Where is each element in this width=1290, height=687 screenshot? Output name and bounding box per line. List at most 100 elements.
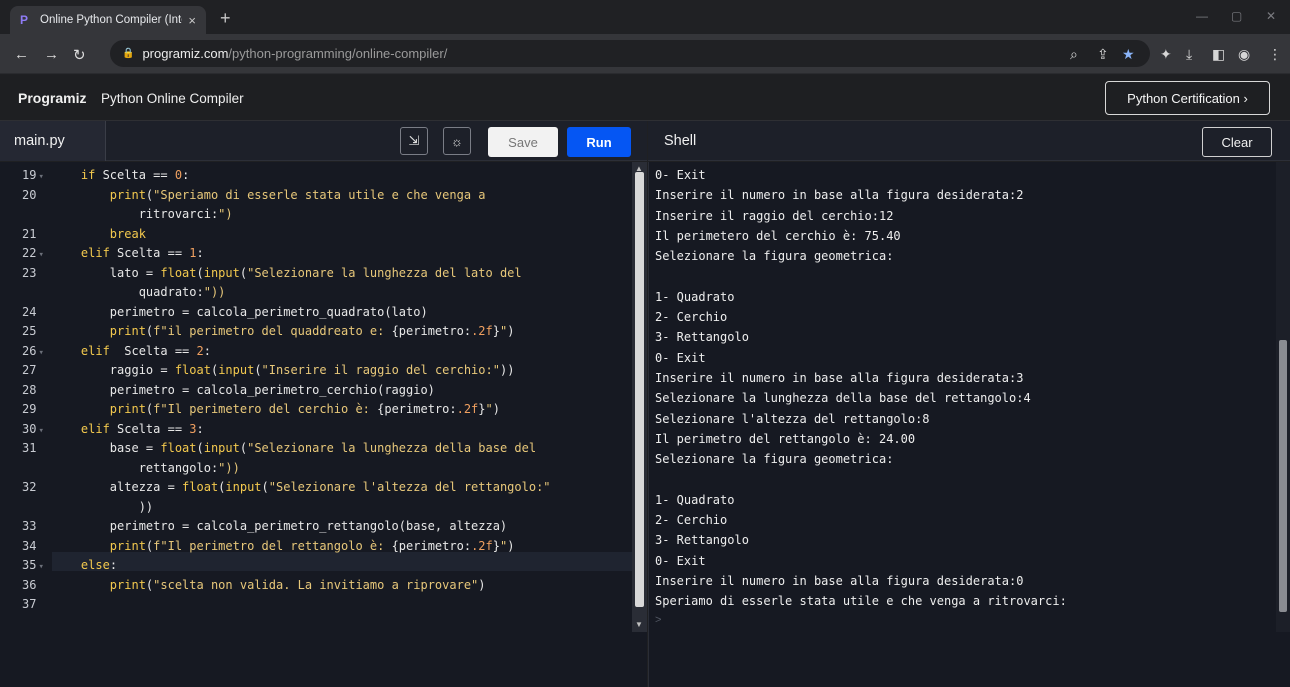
code-line[interactable]: break (52, 227, 146, 241)
editor-scrollbar[interactable]: ▲ ▼ (632, 162, 647, 632)
zoom-icon[interactable]: ⌕ (1070, 46, 1078, 63)
window-close-icon[interactable]: ✕ (1266, 9, 1276, 23)
line-number-gutter: 19 ▾ 20 21 22 ▾ 23 24 25 26 ▾ 27 28 29 30 ▾ 31 32 33 34 35 ▾ 3… (0, 162, 52, 687)
shell-line: 2- Cerchio (655, 513, 728, 528)
line-number: 22 ▾ (22, 246, 44, 260)
new-tab-icon[interactable]: + (220, 8, 231, 29)
code-line[interactable]: )) (52, 500, 153, 514)
line-number: 28 (22, 382, 37, 397)
shell-line: 1- Quadrato (655, 289, 735, 304)
shell-output[interactable]: 0- Exit Inserire il numero in base alla f… (648, 162, 1290, 687)
share-icon[interactable]: ⇪ (1097, 46, 1109, 63)
save-button[interactable]: Save (488, 127, 558, 157)
code-line[interactable]: print(f"Il perimetero del cerchio è: {pe… (52, 402, 500, 416)
code-line[interactable]: quadrato:")) (52, 285, 226, 299)
code-line[interactable]: rettangolo:")) (52, 461, 240, 475)
collapse-icon[interactable]: ⇲ (400, 127, 428, 155)
programiz-logo[interactable]: Programiz (18, 90, 86, 106)
code-line[interactable]: perimetro = calcola_perimetro_quadrato(l… (52, 305, 428, 319)
shell-scrollbar[interactable] (1276, 162, 1290, 632)
scroll-down-icon[interactable]: ▼ (635, 620, 643, 629)
shell-line: Il perimetero del cerchio è: 75.40 (655, 228, 901, 243)
shell-line: Inserire il raggio del cerchio:12 (655, 208, 894, 223)
shell-line: Inserire il numero in base alla figura d… (655, 574, 1024, 588)
shell-line: Selezionare la lunghezza della base del … (655, 391, 1031, 406)
line-number: 31 (22, 441, 37, 455)
python-certification-button[interactable]: Python Certification › (1105, 81, 1270, 115)
back-icon[interactable]: ← (14, 46, 29, 63)
shell-line: Selezionare l'altezza del rettangolo:8 (655, 411, 930, 426)
shell-line: Speriamo di esserle stata utile e che ve… (655, 594, 1067, 609)
shell-title: Shell (664, 133, 697, 149)
code-line[interactable]: base = float(input("Selezionare la lungh… (52, 441, 536, 455)
shell-line: Il perimetro del rettangolo è: 24.00 (655, 431, 916, 446)
maximize-icon[interactable]: ▢ (1231, 9, 1242, 23)
reload-icon[interactable]: ↻ (73, 46, 86, 64)
code-line[interactable]: raggio = float(input("Inserire il raggio… (52, 363, 515, 377)
shell-line: 3- Rettangolo (655, 533, 749, 548)
code-line[interactable]: lato = float(input("Selezionare la lungh… (52, 266, 522, 280)
sidepanel-icon[interactable]: ◧ (1212, 46, 1225, 63)
shell-scroll-thumb[interactable] (1279, 340, 1287, 612)
shell-line: 3- Rettangolo (655, 330, 749, 345)
code-line[interactable]: perimetro = calcola_perimetro_cerchio(ra… (52, 383, 435, 397)
code-editor[interactable]: 19 ▾ 20 21 22 ▾ 23 24 25 26 ▾ 27 28 29 30 ▾ 31 32 33 34 35 ▾ 3… (0, 162, 647, 687)
menu-kebab-icon[interactable]: ⋮ (1268, 46, 1282, 63)
code-line[interactable]: elif Scelta == 1: (52, 246, 204, 260)
line-number: 24 (22, 304, 37, 319)
browser-tab[interactable]: P Online Python Compiler (Interp × (10, 6, 206, 34)
fold-arrow-icon[interactable]: ▾ (38, 172, 43, 182)
line-number: 23 (22, 265, 37, 280)
shell-prompt[interactable]: > (655, 614, 661, 626)
code-area[interactable]: if Scelta == 0: print("Speriamo di esser… (52, 162, 632, 687)
file-tab-main[interactable]: main.py (0, 121, 106, 161)
line-number: 26 ▾ (22, 343, 44, 358)
line-number: 35 ▾ (22, 558, 44, 572)
run-button[interactable]: Run (567, 127, 631, 157)
code-line[interactable]: ritrovarci:") (52, 207, 233, 221)
line-number: 37 (22, 597, 37, 611)
code-line[interactable]: print(f"il perimetro del quaddreato e: {… (52, 324, 515, 338)
clear-button[interactable]: Clear (1202, 127, 1272, 157)
tab-title: Online Python Compiler (Interp (40, 14, 183, 26)
code-line[interactable]: print("scelta non valida. La invitiamo a… (52, 578, 486, 592)
line-number: 27 (22, 363, 37, 377)
bookmark-star-icon[interactable]: ★ (1122, 46, 1135, 63)
code-line[interactable]: altezza = float(input("Selezionare l'alt… (52, 480, 551, 494)
code-line[interactable]: perimetro = calcola_perimetro_rettangolo… (52, 519, 507, 533)
url-host: programiz.com (142, 46, 229, 61)
shell-line: Selezionare la figura geometrica: (655, 452, 894, 467)
close-tab-icon[interactable]: × (188, 13, 196, 28)
code-line[interactable]: else: (52, 558, 117, 572)
url-path: /python-programming/online-compiler/ (228, 46, 448, 61)
shell-line: Selezionare la figura geometrica: (655, 249, 894, 264)
minimize-icon[interactable]: — (1196, 9, 1208, 23)
fold-arrow-icon[interactable]: ▾ (38, 562, 43, 572)
line-number: 30 ▾ (22, 421, 44, 436)
shell-line: 0- Exit (655, 168, 706, 182)
fold-arrow-icon[interactable]: ▾ (38, 348, 43, 358)
fold-arrow-icon[interactable]: ▾ (38, 250, 43, 260)
profile-avatar-icon[interactable]: ◉ (1238, 46, 1250, 63)
code-line[interactable]: elif Scelta == 3: (52, 422, 204, 436)
code-line[interactable]: elif Scelta == 2: (52, 344, 211, 358)
browser-tabbar: P Online Python Compiler (Interp × + — ▢… (0, 0, 1290, 34)
editor-scroll-thumb[interactable] (635, 172, 644, 607)
editor-header: main.py ⇲ ☼ Save Run (0, 121, 647, 161)
shell-line: 2- Cerchio (655, 310, 728, 325)
programiz-favicon-icon: P (20, 13, 29, 27)
fold-arrow-icon[interactable]: ▾ (38, 426, 43, 436)
line-number: 36 (22, 577, 37, 592)
code-line[interactable]: if Scelta == 0: (52, 168, 189, 182)
shell-line: Inserire il numero in base alla figura d… (655, 371, 1024, 385)
extensions-icon[interactable]: ✦ (1160, 46, 1172, 63)
download-icon[interactable]: ⤓ (1186, 46, 1192, 63)
line-number: 21 (22, 226, 37, 241)
code-line[interactable]: print("Speriamo di esserle stata utile e… (52, 188, 486, 202)
browser-toolbar: ← → ↻ 🔒 programiz.com /python-programmin… (0, 34, 1290, 74)
address-bar[interactable]: 🔒 programiz.com /python-programming/onli… (110, 40, 1150, 67)
shell-header: Shell Clear (648, 121, 1290, 161)
forward-icon[interactable]: → (44, 46, 59, 63)
code-line[interactable]: print(f"Il perimetro del rettangolo è: {… (52, 539, 515, 553)
theme-toggle-sun-icon[interactable]: ☼ (443, 127, 471, 155)
